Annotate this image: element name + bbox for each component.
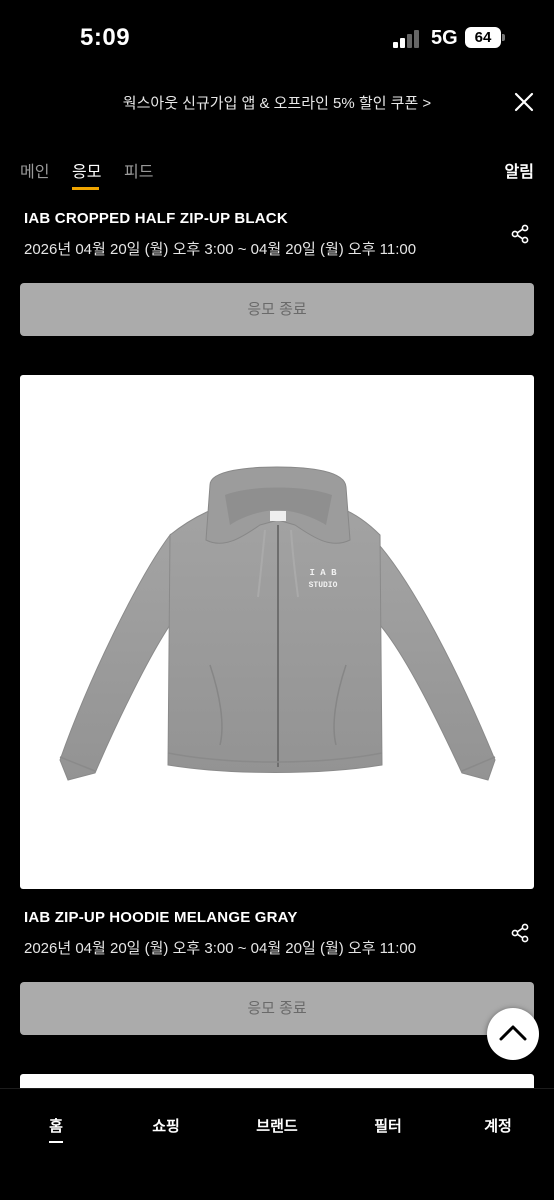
- active-tab-indicator: [72, 187, 99, 190]
- item-title[interactable]: IAB CROPPED HALF ZIP-UP BLACK: [24, 210, 288, 227]
- share-icon[interactable]: [510, 224, 530, 244]
- print-line-2: STUDIO: [309, 581, 338, 590]
- promo-banner[interactable]: 웍스아웃 신규가입 앱 & 오프라인 5% 할인 쿠폰 >: [0, 82, 554, 122]
- status-bar: 5:09 5G 64: [0, 0, 554, 76]
- nav-account[interactable]: 계정: [458, 1115, 538, 1136]
- close-icon[interactable]: [512, 90, 536, 114]
- nav-brand[interactable]: 브랜드: [237, 1115, 317, 1136]
- print-line-1: I A B: [309, 568, 337, 578]
- tab-raffle[interactable]: 응모: [72, 158, 101, 182]
- battery-tip: [502, 34, 505, 41]
- bottom-nav: 홈 쇼핑 브랜드 필터 계정: [0, 1088, 554, 1200]
- chevron-up-icon: [499, 1025, 527, 1041]
- battery-icon: 64: [465, 27, 501, 48]
- item-title[interactable]: IAB ZIP-UP HOODIE MELANGE GRAY: [24, 909, 298, 926]
- scroll-top-button[interactable]: [487, 1008, 539, 1060]
- item-date: 2026년 04월 20일 (월) 오후 3:00 ~ 04월 20일 (월) …: [24, 940, 417, 957]
- active-nav-indicator: [49, 1141, 63, 1143]
- tab-feed[interactable]: 피드: [124, 158, 153, 182]
- tab-main[interactable]: 메인: [20, 158, 49, 182]
- alarm-link[interactable]: 알림: [505, 158, 534, 182]
- nav-home[interactable]: 홈: [16, 1115, 96, 1136]
- nav-shopping[interactable]: 쇼핑: [126, 1115, 206, 1136]
- top-tabs: 메인 응모 피드 알림: [0, 150, 554, 194]
- promo-text[interactable]: 웍스아웃 신규가입 앱 & 오프라인 5% 할인 쿠폰 >: [0, 92, 554, 113]
- raffle-closed-button[interactable]: 응모 종료: [20, 982, 534, 1035]
- nav-filter[interactable]: 필터: [348, 1115, 428, 1136]
- status-time: 5:09: [80, 24, 131, 51]
- network-type: 5G: [431, 27, 458, 49]
- signal-icon: [393, 30, 423, 48]
- product-image[interactable]: I A B STUDIO: [20, 375, 534, 889]
- hoodie-illustration: I A B STUDIO: [59, 466, 496, 781]
- item-date: 2026년 04월 20일 (월) 오후 3:00 ~ 04월 20일 (월) …: [24, 241, 417, 258]
- raffle-closed-button[interactable]: 응모 종료: [20, 283, 534, 336]
- share-icon[interactable]: [510, 923, 530, 943]
